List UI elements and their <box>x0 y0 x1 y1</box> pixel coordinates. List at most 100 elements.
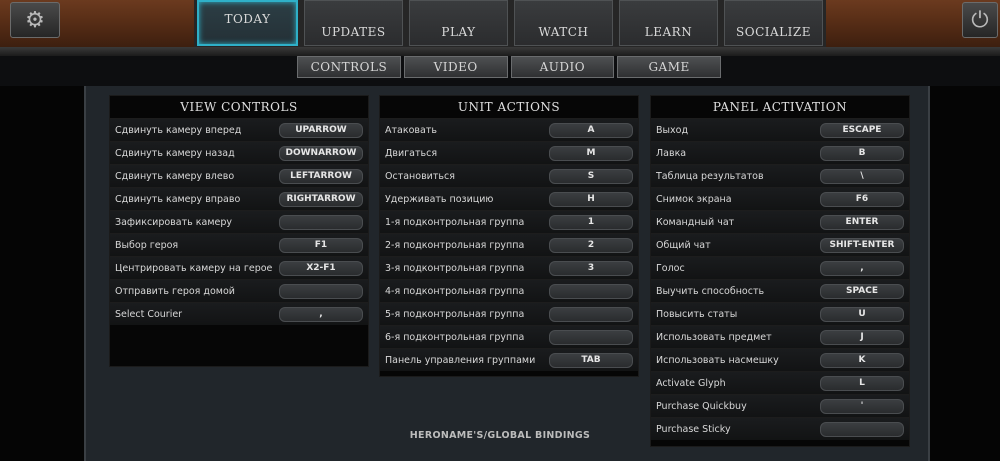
key-binding-button[interactable] <box>549 329 633 345</box>
binding-label: Сдвинуть камеру назад <box>115 147 235 159</box>
tab-today[interactable]: TODAY <box>197 0 298 46</box>
binding-row: Центрировать камеру на герое X2-F1 <box>110 256 368 279</box>
binding-label: Лавка <box>656 147 687 159</box>
key-binding-button[interactable]: J <box>820 329 904 345</box>
key-binding-button[interactable]: 3 <box>549 260 633 276</box>
subtab-video[interactable]: VIDEO <box>403 56 508 78</box>
key-binding-button[interactable]: SPACE <box>820 283 904 299</box>
binding-row: Общий чат SHIFT-ENTER <box>651 233 909 256</box>
binding-label: Purchase Quickbuy <box>656 400 747 412</box>
key-binding-button[interactable]: \ <box>820 168 904 184</box>
binding-row: Таблица результатов \ <box>651 164 909 187</box>
binding-row: Снимок экрана F6 <box>651 187 909 210</box>
key-binding-button[interactable]: 1 <box>549 214 633 230</box>
power-icon: ⏻ <box>971 7 989 33</box>
binding-row: Отправить героя домой <box>110 279 368 302</box>
binding-label: Сдвинуть камеру вперед <box>115 124 242 136</box>
subtab-controls[interactable]: CONTROLS <box>297 56 401 78</box>
binding-row: Выход ESCAPE <box>651 118 909 141</box>
binding-row: Панель управления группами TAB <box>380 348 638 371</box>
binding-row: Атаковать A <box>380 118 638 141</box>
panel-activation-section: PANEL ACTIVATION Выход ESCAPE Лавка B Таблиц… <box>650 95 910 447</box>
binding-row: Двигаться M <box>380 141 638 164</box>
binding-label: Выучить способность <box>656 285 765 297</box>
binding-row: Лавка B <box>651 141 909 164</box>
binding-row: Сдвинуть камеру вперед UPARROW <box>110 118 368 141</box>
key-binding-button[interactable]: LEFTARROW <box>279 168 363 184</box>
bindings-scope-label: HERONAME'S/GLOBAL BINDINGS <box>409 430 591 441</box>
binding-row: Остановиться S <box>380 164 638 187</box>
key-binding-button[interactable]: A <box>549 122 633 138</box>
binding-row: Select Courier, <box>110 302 368 325</box>
key-binding-button[interactable] <box>549 306 633 322</box>
key-binding-button[interactable]: DOWNARROW <box>279 145 363 161</box>
key-binding-button[interactable]: L <box>820 375 904 391</box>
subtab-game[interactable]: GAME <box>617 56 721 78</box>
binding-label: Использовать предмет <box>656 331 772 343</box>
binding-label: Таблица результатов <box>656 170 764 182</box>
binding-row: 5-я подконтрольная группа <box>380 302 638 325</box>
binding-label: Голос <box>656 262 685 274</box>
key-binding-button[interactable]: K <box>820 352 904 368</box>
binding-label: Использовать насмешку <box>656 354 779 366</box>
subtab-audio[interactable]: AUDIO <box>510 56 615 78</box>
binding-row: Сдвинуть камеру назад DOWNARROW <box>110 141 368 164</box>
key-binding-button[interactable] <box>279 283 363 299</box>
key-binding-button[interactable]: , <box>820 260 904 276</box>
key-binding-button[interactable]: H <box>549 191 633 207</box>
tab-socialize[interactable]: SOCIALIZE <box>724 0 823 46</box>
binding-label: Выбор героя <box>115 239 179 251</box>
tab-updates[interactable]: UPDATES <box>304 0 403 46</box>
key-binding-button[interactable]: UPARROW <box>279 122 363 138</box>
key-binding-button[interactable] <box>549 283 633 299</box>
key-binding-button[interactable]: ENTER <box>820 214 904 230</box>
power-button[interactable]: ⏻ <box>962 2 998 38</box>
section-title: PANEL ACTIVATION <box>712 100 848 114</box>
binding-label: Атаковать <box>385 124 437 136</box>
binding-label: Выход <box>656 124 689 136</box>
binding-label: Центрировать камеру на герое <box>115 262 273 274</box>
main-tabs: TODAY UPDATES PLAY WATCH LEARN SOCIALIZE <box>194 0 826 50</box>
key-binding-button[interactable]: TAB <box>549 352 633 368</box>
tab-learn[interactable]: LEARN <box>619 0 718 46</box>
binding-label: 6-я подконтрольная группа <box>385 331 525 343</box>
key-binding-button[interactable]: SHIFT-ENTER <box>820 237 904 253</box>
binding-label: Зафиксировать камеру <box>115 216 232 228</box>
binding-label: 1-я подконтрольная группа <box>385 216 525 228</box>
section-title: UNIT ACTIONS <box>457 100 561 114</box>
binding-row: 1-я подконтрольная группа 1 <box>380 210 638 233</box>
section-title: VIEW CONTROLS <box>180 100 298 114</box>
binding-row: Использовать насмешку K <box>651 348 909 371</box>
key-binding-button[interactable]: X2-F1 <box>279 260 363 276</box>
unit-actions-section: UNIT ACTIONS Атаковать A Двигаться M Останов… <box>379 95 639 377</box>
binding-label: Общий чат <box>656 239 711 251</box>
key-binding-button[interactable]: M <box>549 145 633 161</box>
key-binding-button[interactable]: U <box>820 306 904 322</box>
gear-icon: ⚙ <box>25 7 45 33</box>
key-binding-button[interactable]: RIGHTARROW <box>279 191 363 207</box>
binding-row: Выучить способность SPACE <box>651 279 909 302</box>
key-binding-button[interactable]: ' <box>820 398 904 414</box>
key-binding-button[interactable]: F6 <box>820 191 904 207</box>
tab-watch[interactable]: WATCH <box>514 0 613 46</box>
binding-row: Purchase Quickbuy ' <box>651 394 909 417</box>
key-binding-button[interactable]: 2 <box>549 237 633 253</box>
key-binding-button[interactable]: F1 <box>279 237 363 253</box>
binding-row: Голос, <box>651 256 909 279</box>
binding-label: Повысить статы <box>656 308 738 320</box>
binding-row: Зафиксировать камеру <box>110 210 368 233</box>
top-bar: ⚙ TODAY UPDATES PLAY WATCH LEARN SOCIALI… <box>0 0 1000 56</box>
key-binding-button[interactable]: S <box>549 168 633 184</box>
binding-row: 2-я подконтрольная группа 2 <box>380 233 638 256</box>
settings-button[interactable]: ⚙ <box>10 2 60 38</box>
key-binding-button[interactable]: ESCAPE <box>820 122 904 138</box>
binding-label: Select Courier <box>115 308 183 320</box>
binding-label: 5-я подконтрольная группа <box>385 308 525 320</box>
key-binding-button[interactable]: B <box>820 145 904 161</box>
key-binding-button[interactable]: , <box>279 306 363 322</box>
binding-label: Двигаться <box>385 147 438 159</box>
binding-label: Отправить героя домой <box>115 285 235 297</box>
tab-play[interactable]: PLAY <box>409 0 508 46</box>
binding-label: 3-я подконтрольная группа <box>385 262 525 274</box>
key-binding-button[interactable] <box>279 214 363 230</box>
